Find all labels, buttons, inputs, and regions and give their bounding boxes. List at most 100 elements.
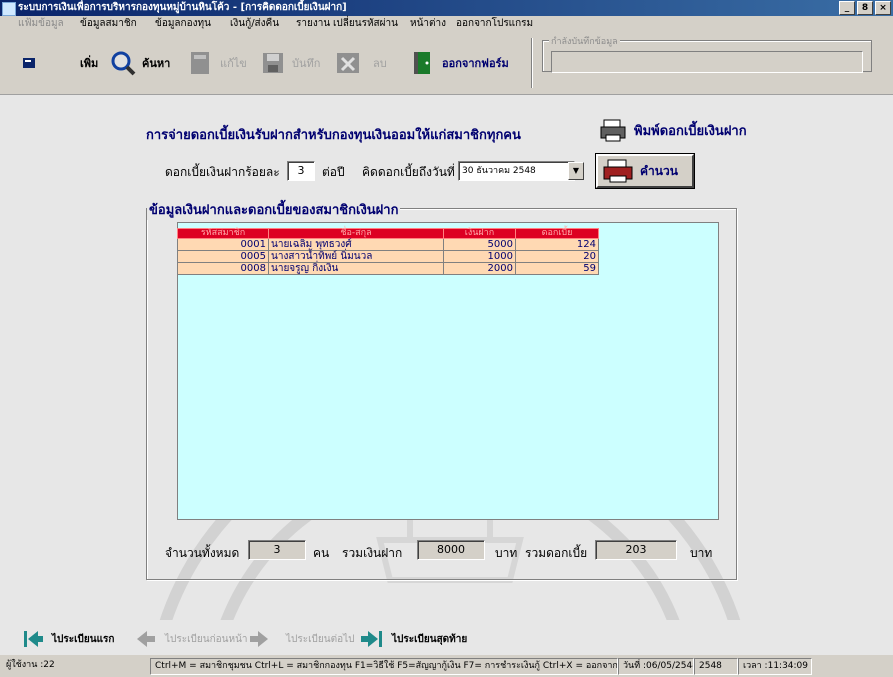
- col-member-id[interactable]: รหัสสมาชิก: [177, 228, 269, 239]
- record-navigation: ไประเบียนแรก ไประเบียนก่อนหน้า ไประเบียน…: [0, 620, 893, 654]
- add-label: เพิ่ม: [80, 57, 99, 70]
- status-time: เวลา :11:34:09: [738, 658, 812, 675]
- menu-fund[interactable]: ข้อมูลกองทุน: [155, 16, 211, 32]
- exit-door-icon: [410, 50, 436, 76]
- calculate-label: คำนวน: [640, 163, 678, 178]
- last-record-button[interactable]: ไประเบียนสุดท้าย: [360, 628, 467, 650]
- title-bar: ระบบการเงินเพื่อการบริหารกองทุนหมู่บ้านห…: [0, 0, 893, 16]
- status-date: วันที่ :06/05/2548: [618, 658, 694, 675]
- calc-date-dropdown-button[interactable]: ▼: [568, 162, 584, 180]
- last-record-label: ไประเบียนสุดท้าย: [392, 633, 468, 645]
- cell-member-id[interactable]: 0001: [177, 238, 269, 251]
- cell-deposit[interactable]: 2000: [443, 262, 516, 275]
- table-row[interactable]: 0005 นางสาวน้ำทิพย์ นิ่มนวล 1000 20: [177, 250, 599, 263]
- save-button[interactable]: บันทึก: [260, 50, 320, 76]
- cell-member-name[interactable]: นายจรูญ กิ่งเงิน: [268, 262, 444, 275]
- close-button[interactable]: ×: [875, 1, 891, 15]
- cell-interest[interactable]: 59: [515, 262, 599, 275]
- first-record-label: ไประเบียนแรก: [52, 633, 115, 645]
- cell-member-name[interactable]: นางสาวน้ำทิพย์ นิ่มนวล: [268, 250, 444, 263]
- col-deposit[interactable]: เงินฝาก: [443, 228, 516, 239]
- deposit-total-value: 8000: [417, 540, 485, 560]
- interest-total-value: 203: [595, 540, 677, 560]
- exit-form-button[interactable]: ออกจากฟอร์ม: [410, 50, 509, 76]
- printer-icon: [600, 119, 626, 142]
- status-shortcuts: Ctrl+M = สมาชิกชุมชน Ctrl+L = สมาชิกกองท…: [150, 658, 618, 675]
- menu-change-password[interactable]: เปลี่ยนรหัสผ่าน: [333, 16, 398, 32]
- col-interest[interactable]: ดอกเบี้ย: [515, 228, 599, 239]
- deposit-total-label: รวมเงินฝาก: [342, 546, 403, 560]
- calc-date-select[interactable]: 30 ธันวาคม 2548: [458, 161, 575, 181]
- interest-total-unit: บาท: [690, 546, 713, 560]
- next-record-label: ไประเบียนต่อไป: [286, 633, 355, 645]
- menu-members[interactable]: ข้อมูลสมาชิก: [80, 16, 137, 32]
- save-label: บันทึก: [292, 57, 321, 70]
- delete-button[interactable]: ลบ: [335, 50, 387, 76]
- chevron-down-icon: ▼: [572, 166, 580, 175]
- table-row[interactable]: 0001 นายเฉลิม พุทธวงศ์ 5000 124: [177, 238, 599, 251]
- rate-input[interactable]: 3: [287, 161, 315, 181]
- form-heading: การจ่ายดอกเบี้ยเงินรับฝากสำหรับกองทุนเงิ…: [146, 128, 521, 143]
- cell-member-id[interactable]: 0005: [177, 250, 269, 263]
- delete-label: ลบ: [373, 57, 387, 70]
- cell-interest[interactable]: 124: [515, 238, 599, 251]
- cell-deposit[interactable]: 1000: [443, 250, 516, 263]
- status-group: กำลังบันทึกข้อมูล: [542, 34, 872, 73]
- menu-window[interactable]: หน้าต่าง: [410, 16, 446, 32]
- menu-exit[interactable]: ออกจากโปรแกรม: [456, 16, 533, 32]
- cell-interest[interactable]: 20: [515, 250, 599, 263]
- maximize-button[interactable]: 8: [857, 1, 873, 15]
- deposit-total-unit: บาท: [495, 546, 518, 560]
- next-arrow-icon: [250, 631, 268, 647]
- add-button[interactable]: เพิ่ม: [80, 50, 98, 76]
- status-display: [551, 51, 863, 73]
- edit-label: แก้ไข: [220, 57, 247, 70]
- status-user: ผู้ใช้งาน :22: [6, 660, 55, 670]
- calculate-button[interactable]: คำนวน: [595, 153, 695, 189]
- menu-loans[interactable]: เงินกู้/ส่งคืน: [230, 16, 279, 32]
- menu-reports[interactable]: รายงาน: [296, 16, 330, 32]
- window-controls: _ 8 ×: [839, 1, 891, 15]
- search-icon: [110, 50, 136, 76]
- toolbar-divider: [531, 38, 533, 88]
- menu-icon-button[interactable]: [22, 50, 36, 76]
- print-interest-label: พิมพ์ดอกเบี้ยเงินฝาก: [634, 123, 747, 139]
- app-icon: [2, 2, 16, 16]
- status-bar: ผู้ใช้งาน :22 Ctrl+M = สมาชิกชุมชน Ctrl+…: [0, 655, 893, 677]
- last-arrow-icon: [361, 631, 382, 647]
- window-title: ระบบการเงินเพื่อการบริหารกองทุนหมู่บ้านห…: [18, 2, 347, 13]
- edit-icon: [188, 50, 214, 76]
- interest-total-label: รวมดอกเบี้ย: [525, 546, 588, 560]
- application-window: ระบบการเงินเพื่อการบริหารกองทุนหมู่บ้านห…: [0, 0, 893, 677]
- count-unit: คน: [313, 546, 330, 560]
- print-interest-button[interactable]: พิมพ์ดอกเบี้ยเงินฝาก: [600, 118, 747, 142]
- first-record-button[interactable]: ไประเบียนแรก: [22, 628, 114, 650]
- rate-label: ดอกเบี้ยเงินฝากร้อยละ: [165, 165, 280, 179]
- delete-icon: [335, 50, 361, 76]
- calc-date-value: 30 ธันวาคม 2548: [462, 166, 536, 176]
- edit-button[interactable]: แก้ไข: [188, 50, 247, 76]
- minimize-button[interactable]: _: [839, 1, 855, 15]
- printer-calc-icon: [603, 159, 633, 183]
- search-label: ค้นหา: [142, 57, 171, 70]
- next-record-button[interactable]: ไประเบียนต่อไป: [248, 628, 354, 650]
- prev-record-button[interactable]: ไประเบียนก่อนหน้า: [135, 628, 248, 650]
- status-year: 2548: [694, 658, 738, 675]
- deposit-section-label: ข้อมูลเงินฝากและดอกเบี้ยของสมาชิกเงินฝาก: [147, 199, 401, 220]
- search-button[interactable]: ค้นหา: [110, 50, 170, 76]
- cell-deposit[interactable]: 5000: [443, 238, 516, 251]
- col-member-name[interactable]: ชื่อ-สกุล: [268, 228, 444, 239]
- status-group-label: กำลังบันทึกข้อมูล: [549, 34, 620, 48]
- count-label: จำนวนทั้งหมด: [165, 546, 240, 560]
- exit-form-label: ออกจากฟอร์ม: [442, 57, 509, 70]
- calc-date-label: คิดดอกเบี้ยถึงวันที่: [362, 165, 455, 179]
- menu-file[interactable]: แฟ้มข้อมูล: [18, 16, 64, 32]
- table-header-row: รหัสสมาชิก ชื่อ-สกุล เงินฝาก ดอกเบี้ย: [177, 228, 599, 239]
- cell-member-name[interactable]: นายเฉลิม พุทธวงศ์: [268, 238, 444, 251]
- cell-member-id[interactable]: 0008: [177, 262, 269, 275]
- menu-bar: แฟ้มข้อมูล ข้อมูลสมาชิก ข้อมูลกองทุน เงิ…: [0, 16, 893, 32]
- count-value: 3: [248, 540, 306, 560]
- per-year-label: ต่อปี: [322, 165, 345, 179]
- table-row[interactable]: 0008 นายจรูญ กิ่งเงิน 2000 59: [177, 262, 599, 275]
- deposit-table: รหัสสมาชิก ชื่อ-สกุล เงินฝาก ดอกเบี้ย 00…: [177, 228, 599, 275]
